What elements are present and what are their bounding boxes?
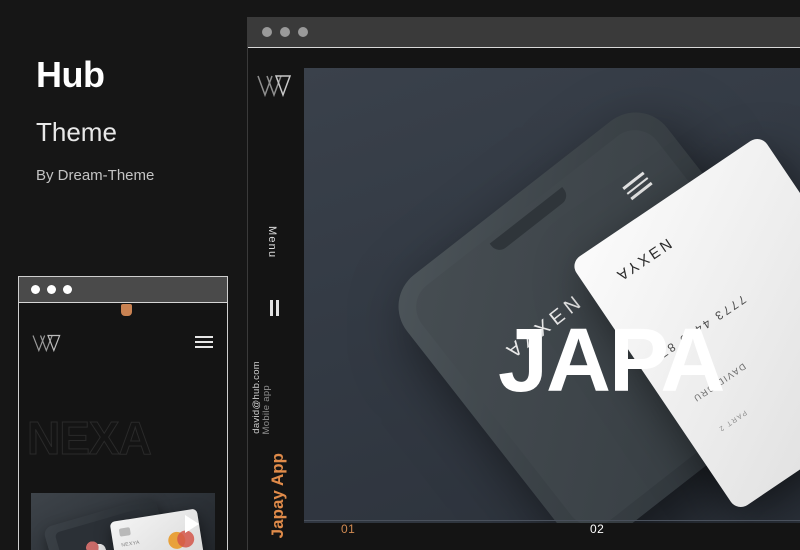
pause-icon[interactable] xyxy=(270,300,279,316)
card-part-label: PART 2 xyxy=(716,408,748,433)
theme-author: By Dream-Theme xyxy=(36,167,155,184)
window-dot-minimize[interactable] xyxy=(280,27,290,37)
preview-browser-thumbnail[interactable]: NEXA NEXYA 5235 9140 1154 xyxy=(18,276,228,550)
preview-card-brand: NEXYA xyxy=(120,539,141,549)
slide-pagination: 01 02 xyxy=(304,520,800,540)
preview-dot-close[interactable] xyxy=(31,285,40,294)
preview-titlebar xyxy=(19,277,227,303)
page-title: Hub xyxy=(36,54,105,95)
browser-titlebar xyxy=(248,17,800,48)
preview-dot-minimize[interactable] xyxy=(47,285,56,294)
window-dot-close[interactable] xyxy=(262,27,272,37)
preview-dot-maximize[interactable] xyxy=(63,285,72,294)
theme-info-panel: Hub Theme By Dream-Theme NEXA NEXYA xyxy=(0,0,245,550)
play-triangle-icon[interactable] xyxy=(185,515,199,533)
preview-viewport: NEXA NEXYA 5235 9140 1154 xyxy=(19,303,227,550)
theme-subtitle: Theme xyxy=(36,117,117,147)
browser-viewport: Menu Japay App david@hub.com Mobile app … xyxy=(248,48,800,550)
w-logo-icon[interactable] xyxy=(31,333,65,353)
pagination-item-02[interactable]: 02 xyxy=(590,522,604,536)
pagination-item-01[interactable]: 01 xyxy=(341,522,355,536)
slide-meta-group: Japay App david@hub.com Mobile app xyxy=(248,342,304,542)
card-chip-icon xyxy=(118,527,131,537)
card-brand-label: NƎXYA xyxy=(611,234,675,286)
preview-media-card[interactable]: NEXYA 5235 9140 1154 xyxy=(31,493,215,550)
hamburger-icon xyxy=(620,169,653,201)
cursor-icon xyxy=(121,304,132,316)
window-dot-maximize[interactable] xyxy=(298,27,308,37)
hero-headline: JAPA xyxy=(498,311,725,412)
browser-window: Menu Japay App david@hub.com Mobile app … xyxy=(247,17,800,550)
menu-toggle-button[interactable]: Menu xyxy=(266,226,278,258)
slide-kind: Mobile app xyxy=(261,384,272,434)
hamburger-icon[interactable] xyxy=(195,336,213,351)
phone-notch xyxy=(489,186,571,254)
site-sidebar-rail: Menu Japay App david@hub.com Mobile app xyxy=(248,48,304,550)
slide-title[interactable]: Japay App xyxy=(268,453,288,538)
hero-slide-stage[interactable]: NƎXYA NƎXYA 7773 4419 87 DAVID BRU PART … xyxy=(304,68,800,523)
preview-headline: NEXA xyxy=(27,412,153,465)
w-logo-icon[interactable] xyxy=(256,74,296,98)
preview-phone-illustration xyxy=(79,533,112,550)
